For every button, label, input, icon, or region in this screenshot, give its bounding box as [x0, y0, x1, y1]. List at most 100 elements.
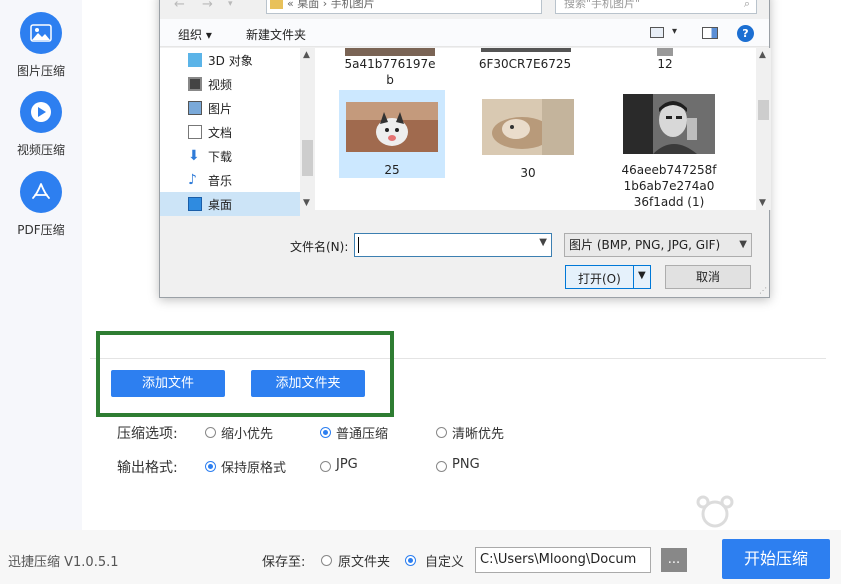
file-name: 5a41b776197e: [344, 57, 436, 71]
radio-label: 保持原格式: [221, 461, 287, 476]
radio-format-original[interactable]: [205, 461, 216, 472]
file-item[interactable]: 6F30CR7E6725: [460, 56, 590, 72]
resize-grip-icon[interactable]: ⋰: [759, 286, 767, 295]
nav-item-documents[interactable]: 文档: [188, 120, 300, 144]
nav-item-label: 下载: [208, 149, 233, 164]
scroll-thumb[interactable]: [302, 140, 313, 176]
file-name: 6F30CR7E6725: [478, 57, 572, 71]
nav-item-desktop[interactable]: 桌面: [160, 192, 300, 216]
view-mode-icon[interactable]: [650, 27, 664, 38]
dialog-toolbar: 组织 ▾ 新建文件夹 ▾ ?: [160, 19, 769, 47]
nav-item-videos[interactable]: 视频: [188, 72, 300, 96]
picture-icon: [188, 101, 202, 115]
file-name: 1b6ab7e274a0: [623, 179, 715, 193]
nav-item-label: 音乐: [208, 173, 233, 188]
filename-label: 文件名(N):: [290, 240, 349, 254]
radio-save-original-folder[interactable]: [321, 555, 332, 566]
file-thumbnail: [623, 94, 715, 154]
file-name: 36f1add (1): [633, 195, 705, 209]
new-folder-button[interactable]: 新建文件夹: [246, 26, 306, 43]
file-item[interactable]: 30: [475, 90, 581, 181]
back-arrow-icon[interactable]: ←: [174, 0, 185, 12]
nav-item-3d-objects[interactable]: 3D 对象: [188, 48, 300, 72]
sidebar: 图片压缩 视频压缩 PDF压缩: [0, 0, 82, 584]
preview-pane-icon[interactable]: [702, 27, 718, 39]
radio-label: 原文件夹: [338, 555, 391, 570]
save-to-label: 保存至:: [262, 555, 306, 570]
nav-item-label: 图片: [208, 101, 233, 116]
file-item[interactable]: 5a41b776197e b: [325, 56, 455, 88]
file-thumbnail: [482, 99, 574, 155]
cancel-button[interactable]: 取消: [665, 265, 751, 289]
scroll-down-icon[interactable]: ▼: [759, 198, 766, 208]
scroll-up-icon[interactable]: ▲: [759, 50, 766, 60]
sidebar-item-label: PDF压缩: [17, 223, 65, 237]
sidebar-item-video-compress[interactable]: 视频压缩: [0, 91, 82, 158]
organize-menu[interactable]: 组织 ▾: [178, 26, 212, 43]
filename-input[interactable]: ▼: [354, 233, 552, 257]
baidu-watermark-logo: [696, 495, 734, 528]
nav-item-label: 桌面: [208, 197, 233, 212]
scroll-thumb[interactable]: [758, 100, 769, 120]
file-item[interactable]: 12: [600, 56, 730, 72]
help-icon[interactable]: ?: [737, 25, 754, 42]
output-format-label: 输出格式:: [117, 460, 178, 476]
radio-compress-smaller[interactable]: [205, 427, 216, 438]
nav-item-music[interactable]: ♪ 音乐: [188, 168, 300, 192]
play-icon: [20, 91, 62, 133]
radio-save-custom[interactable]: [405, 555, 416, 566]
nav-item-pictures[interactable]: 图片: [188, 96, 300, 120]
output-path-input[interactable]: C:\Users\Mloong\Docum: [475, 547, 651, 573]
music-icon: ♪: [188, 172, 197, 188]
document-icon: [188, 125, 202, 139]
file-thumbnail: [345, 48, 435, 56]
sidebar-item-image-compress[interactable]: 图片压缩: [0, 12, 82, 79]
chevron-down-icon[interactable]: ▼: [539, 237, 547, 248]
pdf-icon: [20, 171, 62, 213]
chevron-down-icon[interactable]: ▾: [228, 0, 233, 9]
filetype-value: 图片 (BMP, PNG, JPG, GIF): [569, 238, 721, 252]
radio-label: 清晰优先: [452, 427, 505, 442]
image-icon: [20, 12, 62, 54]
radio-compress-normal[interactable]: [320, 427, 331, 438]
version-text: 迅捷压缩 V1.0.5.1: [8, 555, 119, 570]
chevron-down-icon[interactable]: ▼: [638, 270, 646, 281]
radio-format-png[interactable]: [436, 461, 447, 472]
radio-compress-clarity[interactable]: [436, 427, 447, 438]
nav-scrollbar[interactable]: ▲ ▼: [300, 48, 315, 210]
file-open-dialog: ← → ▾ « 桌面 › 手机图片 搜索"手机图片" ⌕ 组织 ▾ 新建文件夹 …: [159, 0, 771, 298]
file-name: 12: [657, 57, 673, 71]
compress-options-label: 压缩选项:: [117, 426, 178, 442]
files-scrollbar[interactable]: ▲ ▼: [756, 48, 771, 210]
chevron-down-icon: ▼: [739, 239, 747, 250]
files-pane: 5a41b776197e b 6F30CR7E6725 12 25 30 46a…: [315, 48, 756, 210]
download-icon: ⬇: [188, 148, 200, 164]
nav-item-label: 文档: [208, 125, 233, 140]
open-button-label: 打开(O): [578, 272, 621, 286]
file-thumbnail: [657, 48, 673, 56]
radio-label: 普通压缩: [336, 427, 389, 442]
nav-item-downloads[interactable]: ⬇ 下载: [188, 144, 300, 168]
file-item-selected[interactable]: 25: [339, 90, 445, 178]
video-icon: [188, 77, 202, 91]
search-icon: ⌕: [743, 0, 750, 10]
radio-label: JPG: [336, 457, 358, 472]
add-folder-button[interactable]: 添加文件夹: [251, 370, 365, 397]
nav-item-label: 3D 对象: [208, 53, 253, 68]
forward-arrow-icon[interactable]: →: [202, 0, 213, 12]
nav-item-label: 视频: [208, 77, 233, 92]
scroll-up-icon[interactable]: ▲: [303, 50, 310, 60]
text-caret: [358, 237, 359, 253]
add-file-button[interactable]: 添加文件: [111, 370, 225, 397]
file-name: 30: [520, 166, 536, 180]
address-text: « 桌面 › 手机图片: [287, 0, 375, 10]
scroll-down-icon[interactable]: ▼: [303, 198, 310, 208]
search-input[interactable]: 搜索"手机图片" ⌕: [555, 0, 757, 14]
radio-format-jpg[interactable]: [320, 461, 331, 472]
open-button[interactable]: 打开(O) ▼: [565, 265, 651, 289]
sidebar-item-pdf-compress[interactable]: PDF压缩: [0, 171, 82, 238]
file-item[interactable]: 46aeeb747258f 1b6ab7e274a0 36f1add (1): [605, 90, 733, 210]
address-bar[interactable]: « 桌面 › 手机图片: [266, 0, 542, 14]
chevron-down-icon[interactable]: ▾: [672, 26, 677, 37]
filetype-select[interactable]: 图片 (BMP, PNG, JPG, GIF) ▼: [564, 233, 752, 257]
